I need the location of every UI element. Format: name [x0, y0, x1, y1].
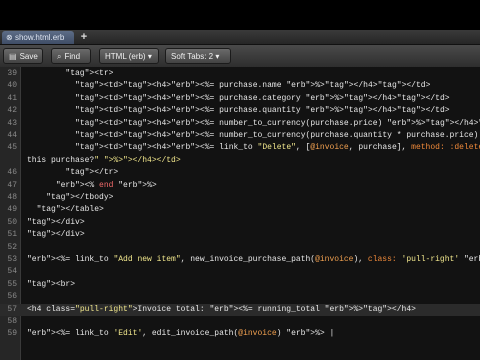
line-number: 49 [7, 205, 17, 215]
line-number: 45 [7, 143, 17, 153]
code-editor[interactable]: 39 "tag"><tr> 40 "tag"><td>"tag"><h4>"erb… [0, 67, 480, 360]
code-line[interactable]: 58 [0, 316, 480, 328]
code-line[interactable]: 43 "tag"><td>"tag"><h4>"erb"><%= number_… [0, 118, 480, 130]
soft-tabs-button[interactable]: Soft Tabs: 2 ▾ [165, 48, 231, 64]
code-line[interactable]: 59 "erb"><%= link_to 'Edit', edit_invoice… [0, 328, 480, 340]
line-code: "erb"><%= link_to 'Edit', edit_invoice_p… [27, 329, 335, 339]
chevron-down-icon: ▾ [145, 52, 152, 61]
line-code: "tag"></table> [36, 205, 104, 215]
save-button[interactable]: ▤ Save [3, 48, 43, 64]
line-number: 55 [7, 279, 17, 289]
line-code: "erb"><% end "erb">%> [55, 180, 157, 190]
line-code: "tag"><tr> [65, 69, 114, 78]
file-tab[interactable]: ⊗ show.html.erb [2, 31, 74, 44]
save-label: Save [19, 52, 38, 61]
line-code: "tag"><td>"tag"><h4>"erb"><%= purchase.q… [75, 106, 450, 116]
find-button[interactable]: ⌕ Find [51, 48, 91, 64]
soft-tabs-label: Soft Tabs: 2 [171, 52, 214, 61]
line-number: 40 [7, 81, 17, 91]
line-code: <h4 class="pull-right">Invoice total: "e… [27, 304, 416, 314]
line-number: 47 [7, 180, 17, 190]
line-number: 53 [7, 255, 17, 264]
line-code: "tag"><td>"tag"><h4>"erb"><%= number_to_… [75, 131, 480, 140]
syntax-mode-button[interactable]: HTML (erb) ▾ [99, 48, 159, 64]
line-number: 42 [7, 106, 17, 116]
code-line[interactable]: 50 "tag"></div> [0, 217, 480, 229]
line-number: 46 [7, 168, 17, 178]
line-code: "tag"></div> [27, 230, 85, 240]
code-line[interactable]: 45 "tag"><td>"tag"><h4>"erb"><%= link_to… [0, 142, 480, 154]
line-number: 57 [7, 304, 17, 314]
code-line[interactable]: 49 "tag"></table> [0, 204, 480, 216]
chevron-down-icon: ▾ [213, 52, 220, 61]
code-line[interactable]: 42 "tag"><td>"tag"><h4>"erb"><%= purchas… [0, 105, 480, 117]
code-line[interactable]: 44 "tag"><td>"tag"><h4>"erb"><%= number_… [0, 130, 480, 142]
line-code: "tag"><br> [27, 279, 76, 289]
line-number: 41 [7, 93, 17, 103]
code-line[interactable]: 48 "tag"></tbody> [0, 192, 480, 204]
line-number: 48 [7, 193, 17, 202]
line-number: 43 [7, 118, 17, 128]
line-code: "tag"><td>"tag"><h4>"erb"><%= purchase.n… [75, 81, 431, 91]
file-tab-label: show.html.erb [14, 33, 65, 42]
code-line[interactable]: 40 "tag"><td>"tag"><h4>"erb"><%= purchas… [0, 80, 480, 92]
code-line[interactable]: 54 [0, 266, 480, 278]
line-number: 56 [7, 292, 17, 302]
code-line[interactable]: 39 "tag"><tr> [0, 68, 480, 80]
syntax-mode-label: HTML (erb) [105, 52, 146, 61]
line-code: "tag"><td>"tag"><h4>"erb"><%= link_to "D… [75, 143, 480, 153]
code-line[interactable]: 51 "tag"></div> [0, 229, 480, 241]
code-line[interactable]: 57 <h4 class="pull-right">Invoice total: … [0, 303, 480, 316]
line-number: 44 [7, 131, 17, 140]
line-number: 51 [7, 230, 17, 240]
line-code: "tag"></tbody> [46, 193, 114, 202]
search-icon: ⌕ [57, 52, 62, 61]
line-code: "erb"><%= link_to "Add new item", new_in… [27, 255, 480, 264]
tab-bar: ⊗ show.html.erb + [0, 30, 480, 45]
line-number: 59 [7, 329, 17, 339]
editor-toolbar: ▤ Save ⌕ Find HTML (erb) ▾ Soft Tabs: 2 ▾ [0, 45, 480, 68]
code-line[interactable]: 52 [0, 242, 480, 254]
code-line[interactable]: 46 "tag"></tr> [0, 167, 480, 179]
line-number: 52 [7, 242, 17, 252]
code-line[interactable]: 47 "erb"><% end "erb">%> [0, 180, 480, 192]
code-line[interactable]: 55 "tag"><br> [0, 279, 480, 291]
find-label: Find [64, 52, 81, 61]
line-number: 50 [7, 217, 17, 227]
line-number: 54 [7, 267, 17, 277]
line-code: "tag"></tr> [65, 168, 119, 178]
code-line[interactable]: 56 [0, 291, 480, 303]
code-line[interactable]: 41 "tag"><td>"tag"><h4>"erb"><%= purchas… [0, 93, 480, 105]
line-code: "tag"><td>"tag"><h4>"erb"><%= number_to_… [75, 118, 480, 128]
tab-close-icon[interactable]: ⊗ [6, 33, 15, 42]
line-number: 39 [7, 69, 17, 78]
line-code: "tag"></div> [27, 217, 85, 227]
line-code: "tag"><td>"tag"><h4>"erb"><%= purchase.c… [75, 93, 450, 103]
save-icon: ▤ [9, 52, 17, 61]
code-line[interactable]: 53 "erb"><%= link_to "Add new item", new_… [0, 254, 480, 266]
line-code: this purchase?" ">%>"></h4></td> [27, 155, 181, 165]
new-tab-button[interactable]: + [78, 31, 90, 43]
line-number: 58 [7, 317, 17, 326]
code-line[interactable]: this purchase?" ">%>"></h4></td> [0, 155, 480, 167]
